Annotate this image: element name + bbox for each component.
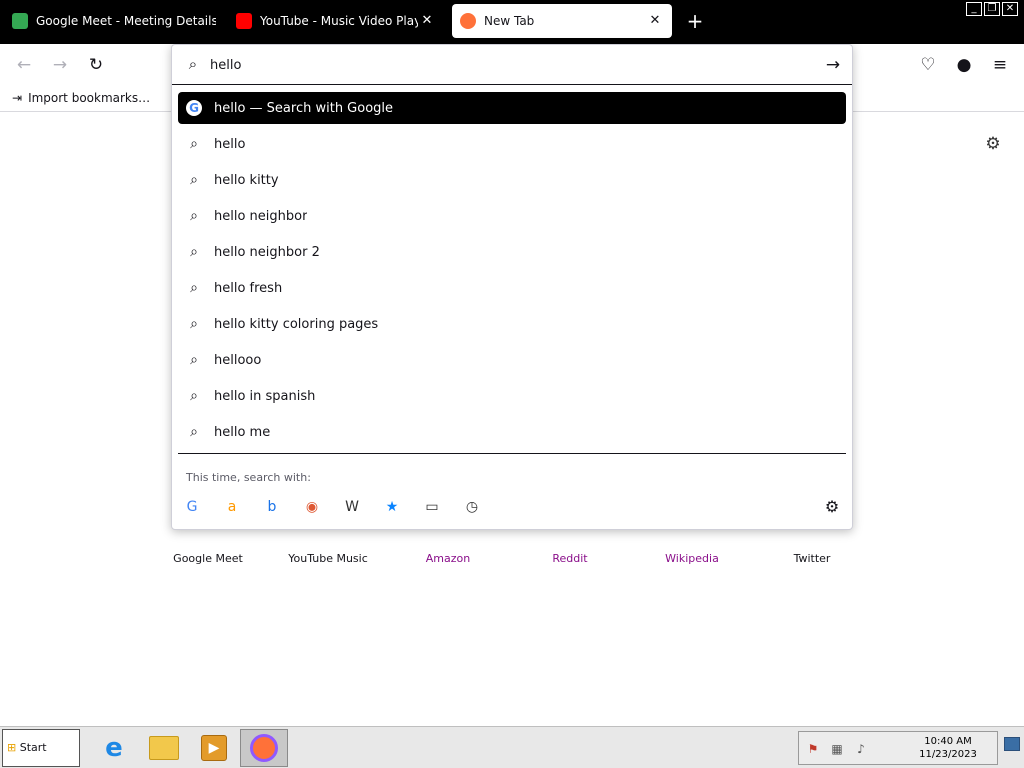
menu-button[interactable]: ≡ <box>989 54 1011 76</box>
internet-explorer-icon: e <box>105 733 123 763</box>
tab-title: New Tab <box>484 14 535 28</box>
top-sites: Google Meet YouTube Music Amazon Reddit … <box>160 552 864 582</box>
firefox-icon <box>250 734 278 762</box>
history-clock-icon[interactable]: ◷ <box>462 497 482 517</box>
start-button[interactable]: ⊞ Start <box>2 729 80 767</box>
suggestion-label: hello neighbor 2 <box>214 244 320 260</box>
network-icon[interactable]: ▦ <box>829 741 845 757</box>
tab-youtube[interactable]: YouTube - Music Video Playlist ✕ <box>228 4 444 38</box>
one-off-search-label: This time, search with: <box>186 471 311 484</box>
suggestion-item[interactable]: ⌕ hello neighbor 2 <box>178 236 846 268</box>
google-icon: G <box>186 100 202 116</box>
search-icon: ⌕ <box>190 388 198 404</box>
media-player-taskbar-button[interactable]: ▶ <box>190 729 238 767</box>
suggestion-item[interactable]: ⌕ hello <box>178 128 846 160</box>
urlbar-popup: ⌕ → G hello — Search with Google ⌕ hello… <box>171 44 853 530</box>
forward-button[interactable]: → <box>49 54 71 76</box>
shortcut-google-meet[interactable]: Google Meet <box>160 552 256 565</box>
pocket-icon[interactable]: ♡ <box>917 54 939 76</box>
suggestion-item[interactable]: ⌕ hello neighbor <box>178 200 846 232</box>
suggestion-label: hello in spanish <box>214 388 316 404</box>
internet-explorer-taskbar-button[interactable]: e <box>90 729 138 767</box>
suggestion-label: hello kitty <box>214 172 279 188</box>
tab-google-meet[interactable]: Google Meet - Meeting Details <box>4 4 224 38</box>
firefox-icon <box>460 13 476 29</box>
search-icon: ⌕ <box>190 424 198 440</box>
shortcut-amazon[interactable]: Amazon <box>400 552 496 565</box>
search-icon: ⌕ <box>190 136 198 152</box>
back-button[interactable]: ← <box>13 54 35 76</box>
action-center-flag-icon[interactable]: ⚑ <box>805 741 821 757</box>
urlbar-input-row: ⌕ → <box>172 45 852 85</box>
clock-time: 10:40 AM <box>924 736 972 747</box>
bookmarks-star-icon[interactable]: ★ <box>382 497 402 517</box>
search-icon: ⌕ <box>188 55 198 73</box>
suggestion-item[interactable]: ⌕ hello kitty <box>178 164 846 196</box>
windows-logo-icon: ⊞ <box>7 741 17 754</box>
suggestion-label: hello neighbor <box>214 208 308 224</box>
suggestion-item[interactable]: ⌕ hello in spanish <box>178 380 846 412</box>
import-bookmarks-label: Import bookmarks… <box>28 91 151 105</box>
suggestion-label: hello <box>214 136 246 152</box>
volume-icon[interactable]: ♪ <box>853 741 869 757</box>
tab-strip: Google Meet - Meeting Details YouTube - … <box>0 0 1024 44</box>
shortcut-youtube-music[interactable]: YouTube Music <box>280 552 376 565</box>
shortcut-reddit[interactable]: Reddit <box>522 552 618 565</box>
result-search-with-google[interactable]: G hello — Search with Google <box>178 92 846 124</box>
suggestion-label: hello fresh <box>214 280 283 296</box>
suggestion-item[interactable]: ⌕ hello kitty coloring pages <box>178 308 846 340</box>
folder-icon <box>149 736 179 760</box>
reload-button[interactable]: ↻ <box>85 54 107 76</box>
amazon-engine-icon[interactable]: a <box>222 497 242 517</box>
page-settings-icon[interactable]: ⚙ <box>983 134 1003 154</box>
tab-title: Google Meet - Meeting Details <box>36 14 216 28</box>
duckduckgo-engine-icon[interactable]: ◉ <box>302 497 322 517</box>
suggestion-label: hello kitty coloring pages <box>214 316 379 332</box>
firefox-taskbar-button[interactable] <box>240 729 288 767</box>
tabs-icon[interactable]: ▭ <box>422 497 442 517</box>
clock-date: 11/23/2023 <box>919 749 977 760</box>
suggestion-item[interactable]: ⌕ hello fresh <box>178 272 846 304</box>
google-meet-icon <box>12 13 28 29</box>
search-icon: ⌕ <box>190 280 198 296</box>
restore-button[interactable]: ❐ <box>984 2 1000 16</box>
results-divider <box>178 453 846 454</box>
suggestion-item[interactable]: ⌕ hello me <box>178 416 846 448</box>
search-icon: ⌕ <box>190 244 198 260</box>
show-desktop-button[interactable] <box>1004 737 1020 751</box>
google-engine-icon[interactable]: G <box>182 497 202 517</box>
file-explorer-taskbar-button[interactable] <box>140 729 188 767</box>
start-label: Start <box>19 741 47 754</box>
wikipedia-engine-icon[interactable]: W <box>342 497 362 517</box>
go-arrow-icon[interactable]: → <box>822 54 844 76</box>
tab-new-tab[interactable]: New Tab ✕ <box>452 4 672 38</box>
media-player-icon: ▶ <box>201 735 227 761</box>
close-tab-icon[interactable]: ✕ <box>418 12 436 30</box>
clock[interactable]: 10:40 AM 11/23/2023 <box>903 735 993 761</box>
new-tab-button[interactable]: + <box>684 10 706 32</box>
system-tray: ⚑ ▦ ♪ 10:40 AM 11/23/2023 <box>798 731 998 765</box>
search-icon: ⌕ <box>190 208 198 224</box>
import-icon: ⇥ <box>12 91 23 105</box>
import-bookmarks-button[interactable]: ⇥ Import bookmarks… <box>12 91 172 105</box>
search-icon: ⌕ <box>190 316 198 332</box>
result-label: hello — Search with Google <box>214 100 394 116</box>
suggestion-label: hello me <box>214 424 271 440</box>
bing-engine-icon[interactable]: b <box>262 497 282 517</box>
search-settings-gear-icon[interactable]: ⚙ <box>822 497 842 517</box>
suggestion-label: hellooo <box>214 352 262 368</box>
minimize-button[interactable]: _ <box>966 2 982 16</box>
account-icon[interactable]: ● <box>953 54 975 76</box>
close-tab-icon[interactable]: ✕ <box>646 12 664 30</box>
shortcut-wikipedia[interactable]: Wikipedia <box>644 552 740 565</box>
tab-title: YouTube - Music Video Playlist <box>260 14 418 28</box>
suggestion-item[interactable]: ⌕ hellooo <box>178 344 846 376</box>
close-window-button[interactable]: ✕ <box>1002 2 1018 16</box>
search-icon: ⌕ <box>190 352 198 368</box>
taskbar: ⊞ Start e ▶ ⚑ ▦ ♪ 10:40 AM 11/23/2023 <box>0 726 1024 768</box>
youtube-icon <box>236 13 252 29</box>
shortcut-twitter[interactable]: Twitter <box>764 552 860 565</box>
search-icon: ⌕ <box>190 172 198 188</box>
urlbar-input[interactable] <box>210 54 810 76</box>
